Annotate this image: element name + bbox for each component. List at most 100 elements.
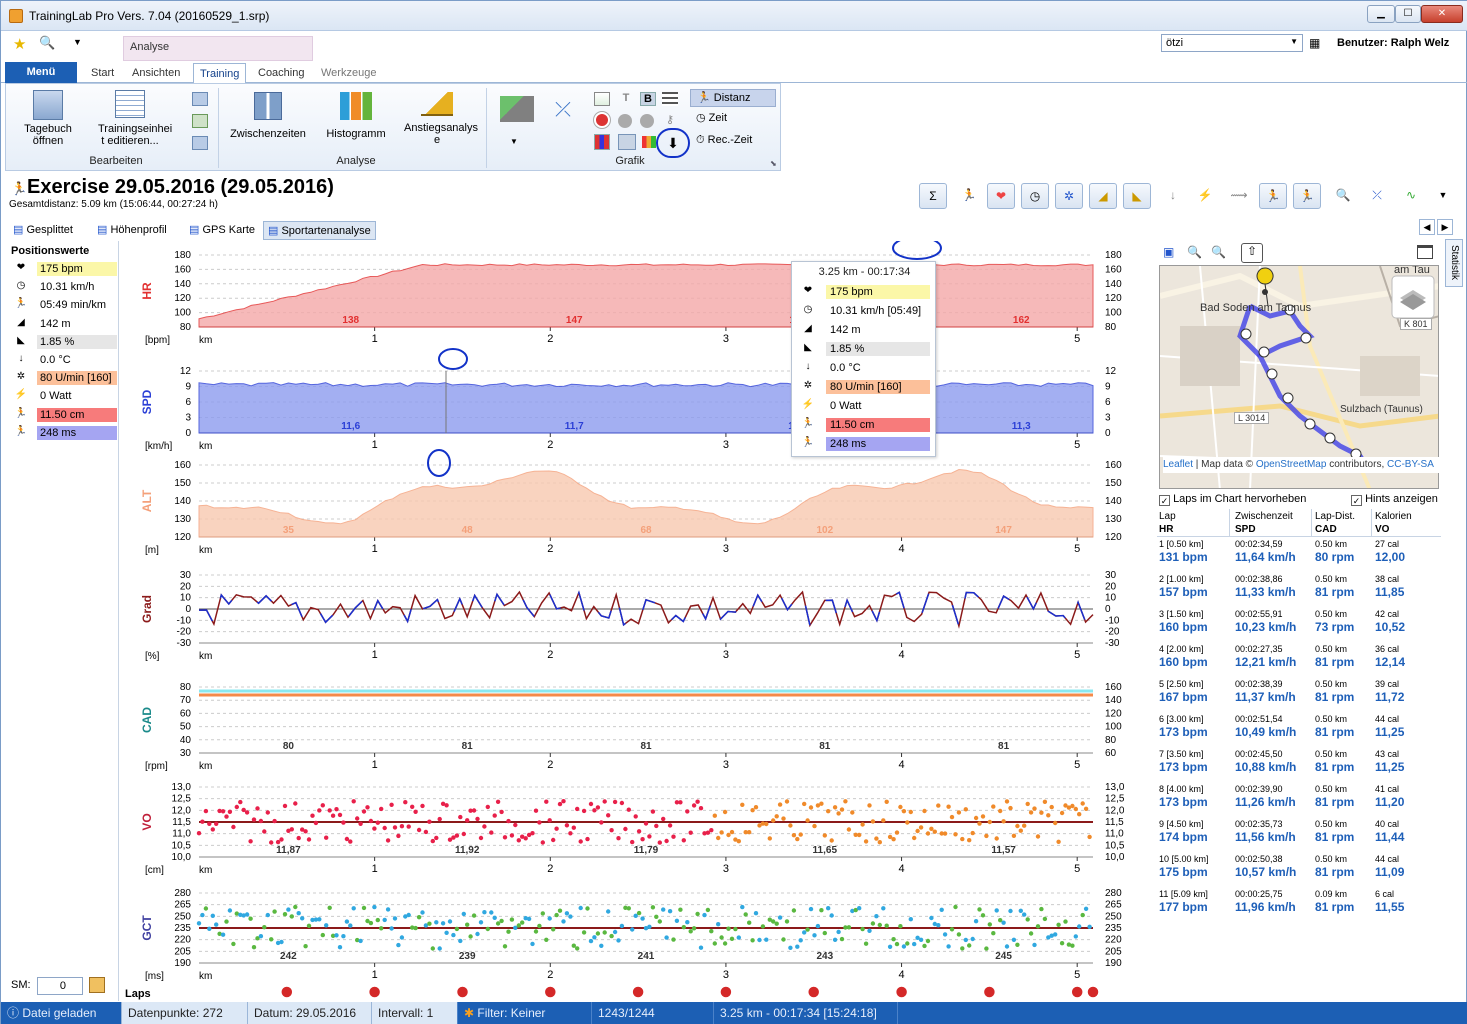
bold-icon[interactable]: B bbox=[640, 92, 656, 106]
status-filter[interactable]: ✱ Filter: Keiner bbox=[457, 1002, 591, 1024]
dialog-launcher-icon[interactable]: ⬊ bbox=[770, 158, 777, 170]
zwischenzeiten-button[interactable]: Zwischenzeiten bbox=[228, 92, 308, 140]
export-dropdown-icon[interactable]: ▼ bbox=[510, 136, 518, 148]
next-arrow-icon[interactable]: ▶ bbox=[1437, 219, 1453, 235]
lap-row[interactable]: 9 [4.50 km] 00:02:35,73 0.50 km 40 cal 1… bbox=[1159, 819, 1441, 853]
heart-icon[interactable]: ❤ bbox=[987, 183, 1015, 209]
zoom-out-map-icon[interactable]: 🔍 bbox=[1211, 245, 1227, 261]
key-icon[interactable]: ⚷ bbox=[662, 114, 678, 128]
chart-spd[interactable]: SPD[km/h]km1212996633001234511,611,711,4… bbox=[140, 366, 1117, 452]
chart-vo[interactable]: VO[cm] km13,0 13,012,5 12,512,0 12,011,5 11,5… bbox=[140, 782, 1125, 876]
laps-highlight-checkbox[interactable]: ✓ bbox=[1159, 495, 1170, 506]
small-add-icon[interactable] bbox=[192, 92, 208, 106]
lap-marker-icon[interactable] bbox=[594, 112, 610, 128]
graph-icon[interactable]: ∿ bbox=[1397, 183, 1425, 209]
hints-checkbox[interactable]: ✓ bbox=[1351, 495, 1362, 506]
tab-coaching[interactable]: Coaching bbox=[252, 63, 310, 83]
maximize-button[interactable]: ☐ bbox=[1395, 5, 1421, 23]
color-bar-icon[interactable] bbox=[642, 136, 656, 148]
lap-marker[interactable] bbox=[1086, 985, 1100, 999]
distanz-toggle[interactable]: 🏃 Distanz bbox=[690, 89, 776, 107]
lap-marker[interactable] bbox=[894, 985, 909, 999]
lap-row[interactable]: 6 [3.00 km] 00:02:51,54 0.50 km 44 cal 1… bbox=[1159, 714, 1441, 748]
hints-option[interactable]: ✓ Hints anzeigen bbox=[1351, 493, 1438, 506]
dot-grey2-icon[interactable] bbox=[640, 114, 654, 128]
favorite-star-icon[interactable]: ★ bbox=[13, 35, 26, 53]
compare-routes-icon[interactable]: ⤫ bbox=[546, 100, 580, 130]
menu-button[interactable]: Menü bbox=[5, 62, 77, 83]
tab-werkzeuge[interactable]: Werkzeuge bbox=[315, 63, 382, 83]
altitude-icon[interactable]: ◢ bbox=[1089, 183, 1117, 209]
lap-row[interactable]: 2 [1.00 km] 00:02:38,86 0.50 km 38 cal 1… bbox=[1159, 574, 1441, 608]
power-icon[interactable]: ⚡ bbox=[1191, 183, 1219, 209]
dot-grey-icon[interactable] bbox=[618, 114, 632, 128]
lap-marker[interactable] bbox=[982, 985, 997, 999]
chart-gct[interactable]: GCT[ms] km280 280265 265250 250235 235220 2202… bbox=[140, 888, 1122, 982]
osm-link[interactable]: OpenStreetMap bbox=[1256, 459, 1327, 470]
lap-row[interactable]: 5 [2.50 km] 00:02:38,39 0.50 km 39 cal 1… bbox=[1159, 679, 1441, 713]
lap-marker[interactable] bbox=[719, 985, 733, 999]
chart-grad[interactable]: Grad[%] km30 3020 2010 100 0-10 -10-20 -20-30 -3… bbox=[140, 570, 1120, 662]
laps-highlight-option[interactable]: ✓ Laps im Chart hervorheben bbox=[1159, 493, 1306, 506]
text-icon[interactable]: T bbox=[618, 92, 634, 106]
layer-icon[interactable] bbox=[618, 134, 636, 150]
charts-svg[interactable]: HR[bpm] km180 180160 160140 140120 120100 1008… bbox=[123, 236, 1151, 1001]
cadence-icon[interactable]: ✲ bbox=[1055, 183, 1083, 209]
route-icon[interactable]: ⤫ bbox=[1363, 183, 1391, 209]
qat-dropdown-icon[interactable]: ▼ bbox=[73, 37, 82, 47]
user-select[interactable]: ötzi ▼ bbox=[1161, 34, 1303, 52]
temperature-icon[interactable]: ↓ bbox=[1159, 183, 1187, 209]
lap-row[interactable]: 3 [1.50 km] 00:02:55,91 0.50 km 42 cal 1… bbox=[1159, 609, 1441, 643]
gradient-icon[interactable]: ◣ bbox=[1123, 183, 1151, 209]
lap-marker[interactable] bbox=[367, 985, 382, 999]
marker-down-icon[interactable]: ⬇ bbox=[656, 128, 690, 158]
lap-row[interactable]: 7 [3.50 km] 00:02:45,50 0.50 km 43 cal 1… bbox=[1159, 749, 1441, 783]
small-copy-icon[interactable] bbox=[192, 136, 208, 150]
zoom-icon[interactable]: 🔍 bbox=[1329, 183, 1357, 209]
tab-gesplittet[interactable]: ▤ Gesplittet bbox=[9, 221, 77, 238]
zoom-in-map-icon[interactable]: 🔍 bbox=[1187, 245, 1203, 261]
export-icon[interactable] bbox=[500, 96, 534, 122]
cc-link[interactable]: CC-BY-SA bbox=[1387, 459, 1434, 470]
sm-apply-icon[interactable] bbox=[89, 977, 105, 993]
lap-marker[interactable] bbox=[455, 985, 470, 999]
trainingseinheit-button[interactable]: Trainingseinhei t editieren... bbox=[90, 90, 172, 147]
search-document-icon[interactable]: 🔍 bbox=[39, 35, 55, 51]
rec-zeit-toggle[interactable]: ⏱ Rec.-Zeit bbox=[690, 134, 776, 150]
anstiegsanalyse-button[interactable]: Anstiegsanalys e bbox=[402, 92, 478, 146]
tab-gps-karte[interactable]: ▤ GPS Karte bbox=[185, 221, 259, 238]
sm-input[interactable]: 0 bbox=[37, 977, 83, 995]
lap-marker[interactable] bbox=[806, 985, 821, 999]
ground-contact-icon[interactable]: 🏃 bbox=[1293, 183, 1321, 209]
lap-marker[interactable] bbox=[543, 985, 558, 999]
sum-icon[interactable]: Σ bbox=[919, 183, 947, 209]
stride-icon[interactable]: ⟿ bbox=[1225, 183, 1253, 209]
lap-marker[interactable] bbox=[631, 985, 645, 999]
multi-chart-icon[interactable] bbox=[594, 134, 610, 150]
tagebuch-button[interactable]: Tagebuch öffnen bbox=[18, 90, 78, 147]
lap-row[interactable]: 8 [4.00 km] 00:02:39,90 0.50 km 41 cal 1… bbox=[1159, 784, 1441, 818]
chart-alt[interactable]: ALT [m] km 160 160 150 150 140 140 130 130 120 120 1 2… bbox=[140, 460, 1122, 556]
north-up-icon[interactable]: ⇧ bbox=[1241, 243, 1263, 263]
tab-start[interactable]: Start bbox=[85, 63, 120, 83]
close-button[interactable]: ✕ bbox=[1421, 5, 1463, 23]
tab-training[interactable]: Training bbox=[193, 63, 247, 83]
lap-row[interactable]: 11 [5.09 km] 00:00:25,75 0.09 km 6 cal 1… bbox=[1159, 889, 1441, 923]
speedometer-icon[interactable]: ◷ bbox=[1021, 183, 1049, 209]
small-route-icon[interactable] bbox=[192, 114, 208, 128]
tab-sportartenanalyse[interactable]: ▤ Sportartenanalyse bbox=[263, 221, 376, 240]
lap-marker[interactable] bbox=[1070, 985, 1084, 999]
runner-icon[interactable]: 🏃 bbox=[955, 183, 983, 209]
leaflet-link[interactable]: Leaflet bbox=[1163, 459, 1193, 470]
zeit-toggle[interactable]: ◷ Zeit bbox=[690, 112, 776, 128]
lap-row[interactable]: 4 [2.00 km] 00:02:27,35 0.50 km 36 cal 1… bbox=[1159, 644, 1441, 678]
lines-icon[interactable] bbox=[662, 92, 678, 106]
chart-cad[interactable]: CAD [rpm] km 80 160 70 140 60 120 50 100 40 80 30 60 1 2… bbox=[140, 682, 1122, 772]
lap-marker[interactable] bbox=[280, 985, 294, 999]
gps-map[interactable]: Bad Soden am Taunus am Tau Sulzbach (Tau… bbox=[1159, 265, 1439, 489]
histogramm-button[interactable]: Histogramm bbox=[318, 92, 394, 140]
lap-row[interactable]: 1 [0.50 km] 00:02:34,59 0.50 km 27 cal 1… bbox=[1159, 539, 1441, 573]
vertical-oscillation-icon[interactable]: 🏃 bbox=[1259, 183, 1287, 209]
chart-line-icon[interactable] bbox=[594, 92, 610, 106]
tab-hoehenprofil[interactable]: ▤ Höhenprofil bbox=[93, 221, 171, 238]
